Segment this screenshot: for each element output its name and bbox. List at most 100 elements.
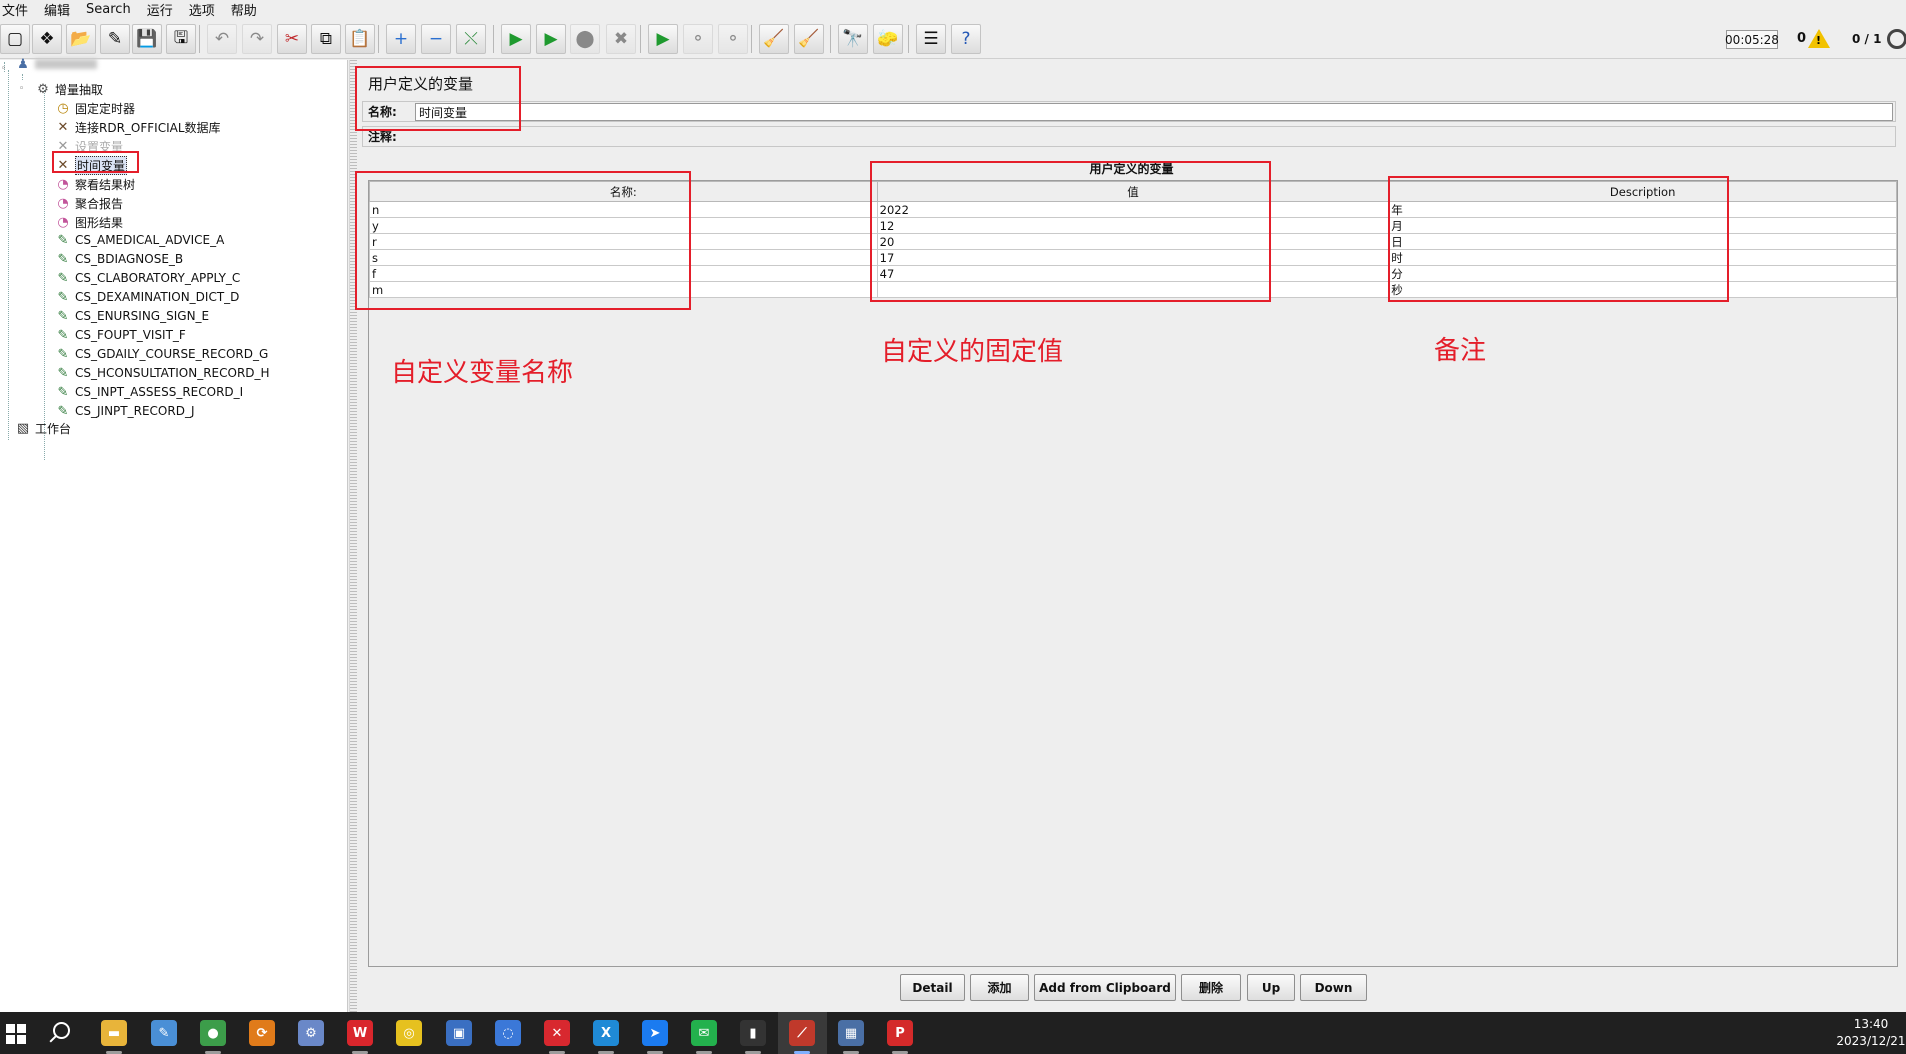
reset-search-icon[interactable]: 🧽 (873, 24, 903, 54)
warning-icon[interactable]: ! (1808, 29, 1830, 48)
jmeter-icon[interactable]: ⟋ (789, 1020, 815, 1046)
clear-icon[interactable]: 🧹 (759, 24, 789, 54)
annotation-box-value-column (870, 161, 1271, 302)
help-icon[interactable]: ? (951, 24, 981, 54)
notes-app-icon[interactable]: ✎ (151, 1020, 177, 1046)
tree-thread-group-label: 增量抽取 (55, 82, 104, 97)
xshell-icon[interactable]: X (593, 1020, 619, 1046)
tree-item[interactable]: ✎ CS_ENURSING_SIGN_E (54, 307, 210, 325)
expand-icon[interactable]: + (386, 24, 416, 54)
toolbar-separator (751, 25, 752, 53)
function-helper-icon[interactable]: ☰ (916, 24, 946, 54)
clock-date: 2023/12/21 (1836, 1034, 1906, 1048)
windows-start-icon[interactable] (6, 1024, 26, 1044)
cut-icon[interactable]: ✂ (277, 24, 307, 54)
wechat-icon[interactable]: ✉ (691, 1020, 717, 1046)
templates-icon[interactable]: ❖ (32, 24, 62, 54)
wps-icon[interactable]: W (347, 1020, 373, 1046)
menu-file[interactable]: 文件 (2, 0, 28, 19)
tree-item[interactable]: ✎ CS_BDIAGNOSE_B (54, 250, 184, 268)
tree-item-label: CS_FOUPT_VISIT_F (75, 328, 186, 342)
start-icon[interactable]: ▶ (501, 24, 531, 54)
tree-item[interactable]: ✎ CS_FOUPT_VISIT_F (54, 326, 186, 344)
new-icon[interactable]: ▢ (0, 24, 30, 54)
tree-item[interactable]: ✎ CS_JINPT_RECORD_J (54, 402, 195, 420)
compass-app-icon[interactable]: ◎ (396, 1020, 422, 1046)
remote-start-icon[interactable]: ▶ (648, 24, 678, 54)
taskbar: 13:40 2023/12/21 ▬ ✎ ● ⟳ ⚙ W ◎ ▣ ◌ ✕ X ➤ ✉ ▮ ⟋ ▦ P (0, 1012, 1906, 1054)
remote-shutdown-icon[interactable]: ⚬ (718, 24, 748, 54)
delete-button[interactable]: 删除 (1181, 974, 1241, 1001)
tree-item[interactable]: ✎ CS_HCONSULTATION_RECORD_H (54, 364, 270, 382)
menu-options[interactable]: 选项 (189, 0, 215, 19)
tree-item[interactable]: ✎ CS_INPT_ASSESS_RECORD_I (54, 383, 244, 401)
tree-item[interactable]: ✎ CS_CLABORATORY_APPLY_C (54, 269, 241, 287)
jdbc-sampler-icon: ✎ (57, 251, 69, 267)
open-icon[interactable]: 📂 (66, 24, 96, 54)
up-button[interactable]: Up (1247, 974, 1295, 1001)
tree-item-label: CS_HCONSULTATION_RECORD_H (75, 366, 270, 380)
copy-icon[interactable]: ⧉ (311, 24, 341, 54)
start-no-pause-icon[interactable]: ▶ (536, 24, 566, 54)
toolbar: 00:05:28 0 ! 0 / 1 ▢ ❖ 📂 ✎ 💾 🖫 ↶ ↷ ✂ ⧉ 📋 + − ⤬ ▶ ▶ ⬤ ✖ ▶ ⚬ ⚬… (0, 19, 1906, 59)
add-button[interactable]: 添加 (970, 974, 1029, 1001)
file-explorer-icon[interactable]: ▬ (101, 1020, 127, 1046)
add-from-clipboard-button[interactable]: Add from Clipboard (1034, 974, 1176, 1001)
shutdown-icon[interactable]: ✖ (606, 24, 636, 54)
detail-button[interactable]: Detail (900, 974, 965, 1001)
menu-search[interactable]: Search (86, 2, 131, 17)
expand-toggle-icon[interactable]: ◦ (1, 65, 8, 74)
tree-thread-group[interactable]: ⚙ 增量抽取 (34, 80, 103, 98)
chrome-icon[interactable]: ● (200, 1020, 226, 1046)
calculator-icon[interactable]: ▦ (838, 1020, 864, 1046)
tree-item[interactable]: ◷ 固定定时器 (54, 99, 135, 117)
tree-item-label: CS_JINPT_RECORD_J (75, 404, 195, 418)
paste-icon[interactable]: 📋 (345, 24, 375, 54)
tree-item[interactable]: ◔ 察看结果树 (54, 175, 135, 193)
stop-icon[interactable]: ⬤ (570, 24, 600, 54)
jdbc-sampler-icon: ✎ (57, 270, 69, 286)
menu-edit[interactable]: 编辑 (44, 0, 70, 19)
toolbar-separator (830, 25, 831, 53)
tree-item-label: CS_ENURSING_SIGN_E (75, 309, 210, 323)
tree-item[interactable]: ◔ 聚合报告 (54, 194, 123, 212)
remote-stop-icon[interactable]: ⚬ (683, 24, 713, 54)
dev-tool-icon[interactable]: ⚙ (298, 1020, 324, 1046)
clear-all-icon[interactable]: 🧹 (794, 24, 824, 54)
tree-item[interactable]: ✕ 连接RDR_OFFICIAL数据库 (54, 118, 221, 136)
menu-help[interactable]: 帮助 (231, 0, 257, 19)
jdbc-sampler-icon: ✎ (57, 365, 69, 381)
save-icon[interactable]: 💾 (132, 24, 162, 54)
expand-toggle-icon[interactable]: ◦ (19, 85, 26, 94)
toggle-icon[interactable]: ⤬ (456, 24, 486, 54)
toolbar-separator (493, 25, 494, 53)
system-clock[interactable]: 13:40 2023/12/21 (1836, 1016, 1906, 1050)
tree-root[interactable]: ♟ (14, 55, 97, 73)
name-input[interactable]: 时间变量 (415, 103, 1893, 121)
xmind-icon[interactable]: ✕ (544, 1020, 570, 1046)
taskbar-search-icon[interactable] (53, 1022, 70, 1039)
jdbc-sampler-icon: ✎ (57, 289, 69, 305)
feishu-icon[interactable]: ➤ (642, 1020, 668, 1046)
tree-item[interactable]: ✎ CS_AMEDICAL_ADVICE_A (54, 231, 225, 249)
undo-icon[interactable]: ↶ (207, 24, 237, 54)
elapsed-timer: 00:05:28 (1725, 30, 1779, 49)
tree-item[interactable]: ✎ CS_GDAILY_COURSE_RECORD_G (54, 345, 269, 363)
close-icon[interactable]: ✎ (100, 24, 130, 54)
tree-workbench[interactable]: ▧ 工作台 (14, 419, 71, 437)
down-button[interactable]: Down (1300, 974, 1367, 1001)
tree-item[interactable]: ◔ 图形结果 (54, 213, 123, 231)
search-icon[interactable]: 🔭 (838, 24, 868, 54)
sync-app-icon[interactable]: ⟳ (249, 1020, 275, 1046)
comment-input[interactable] (415, 128, 1893, 146)
pdf-app-icon[interactable]: P (887, 1020, 913, 1046)
save-as-icon[interactable]: 🖫 (166, 24, 196, 54)
remote-desktop-icon[interactable]: ▣ (446, 1020, 472, 1046)
redo-icon[interactable]: ↷ (242, 24, 272, 54)
terminal-icon[interactable]: ▮ (740, 1020, 766, 1046)
jdbc-sampler-icon: ✎ (57, 403, 69, 419)
collapse-icon[interactable]: − (421, 24, 451, 54)
browser-app-icon[interactable]: ◌ (495, 1020, 521, 1046)
menu-run[interactable]: 运行 (147, 0, 173, 19)
tree-item[interactable]: ✎ CS_DEXAMINATION_DICT_D (54, 288, 240, 306)
